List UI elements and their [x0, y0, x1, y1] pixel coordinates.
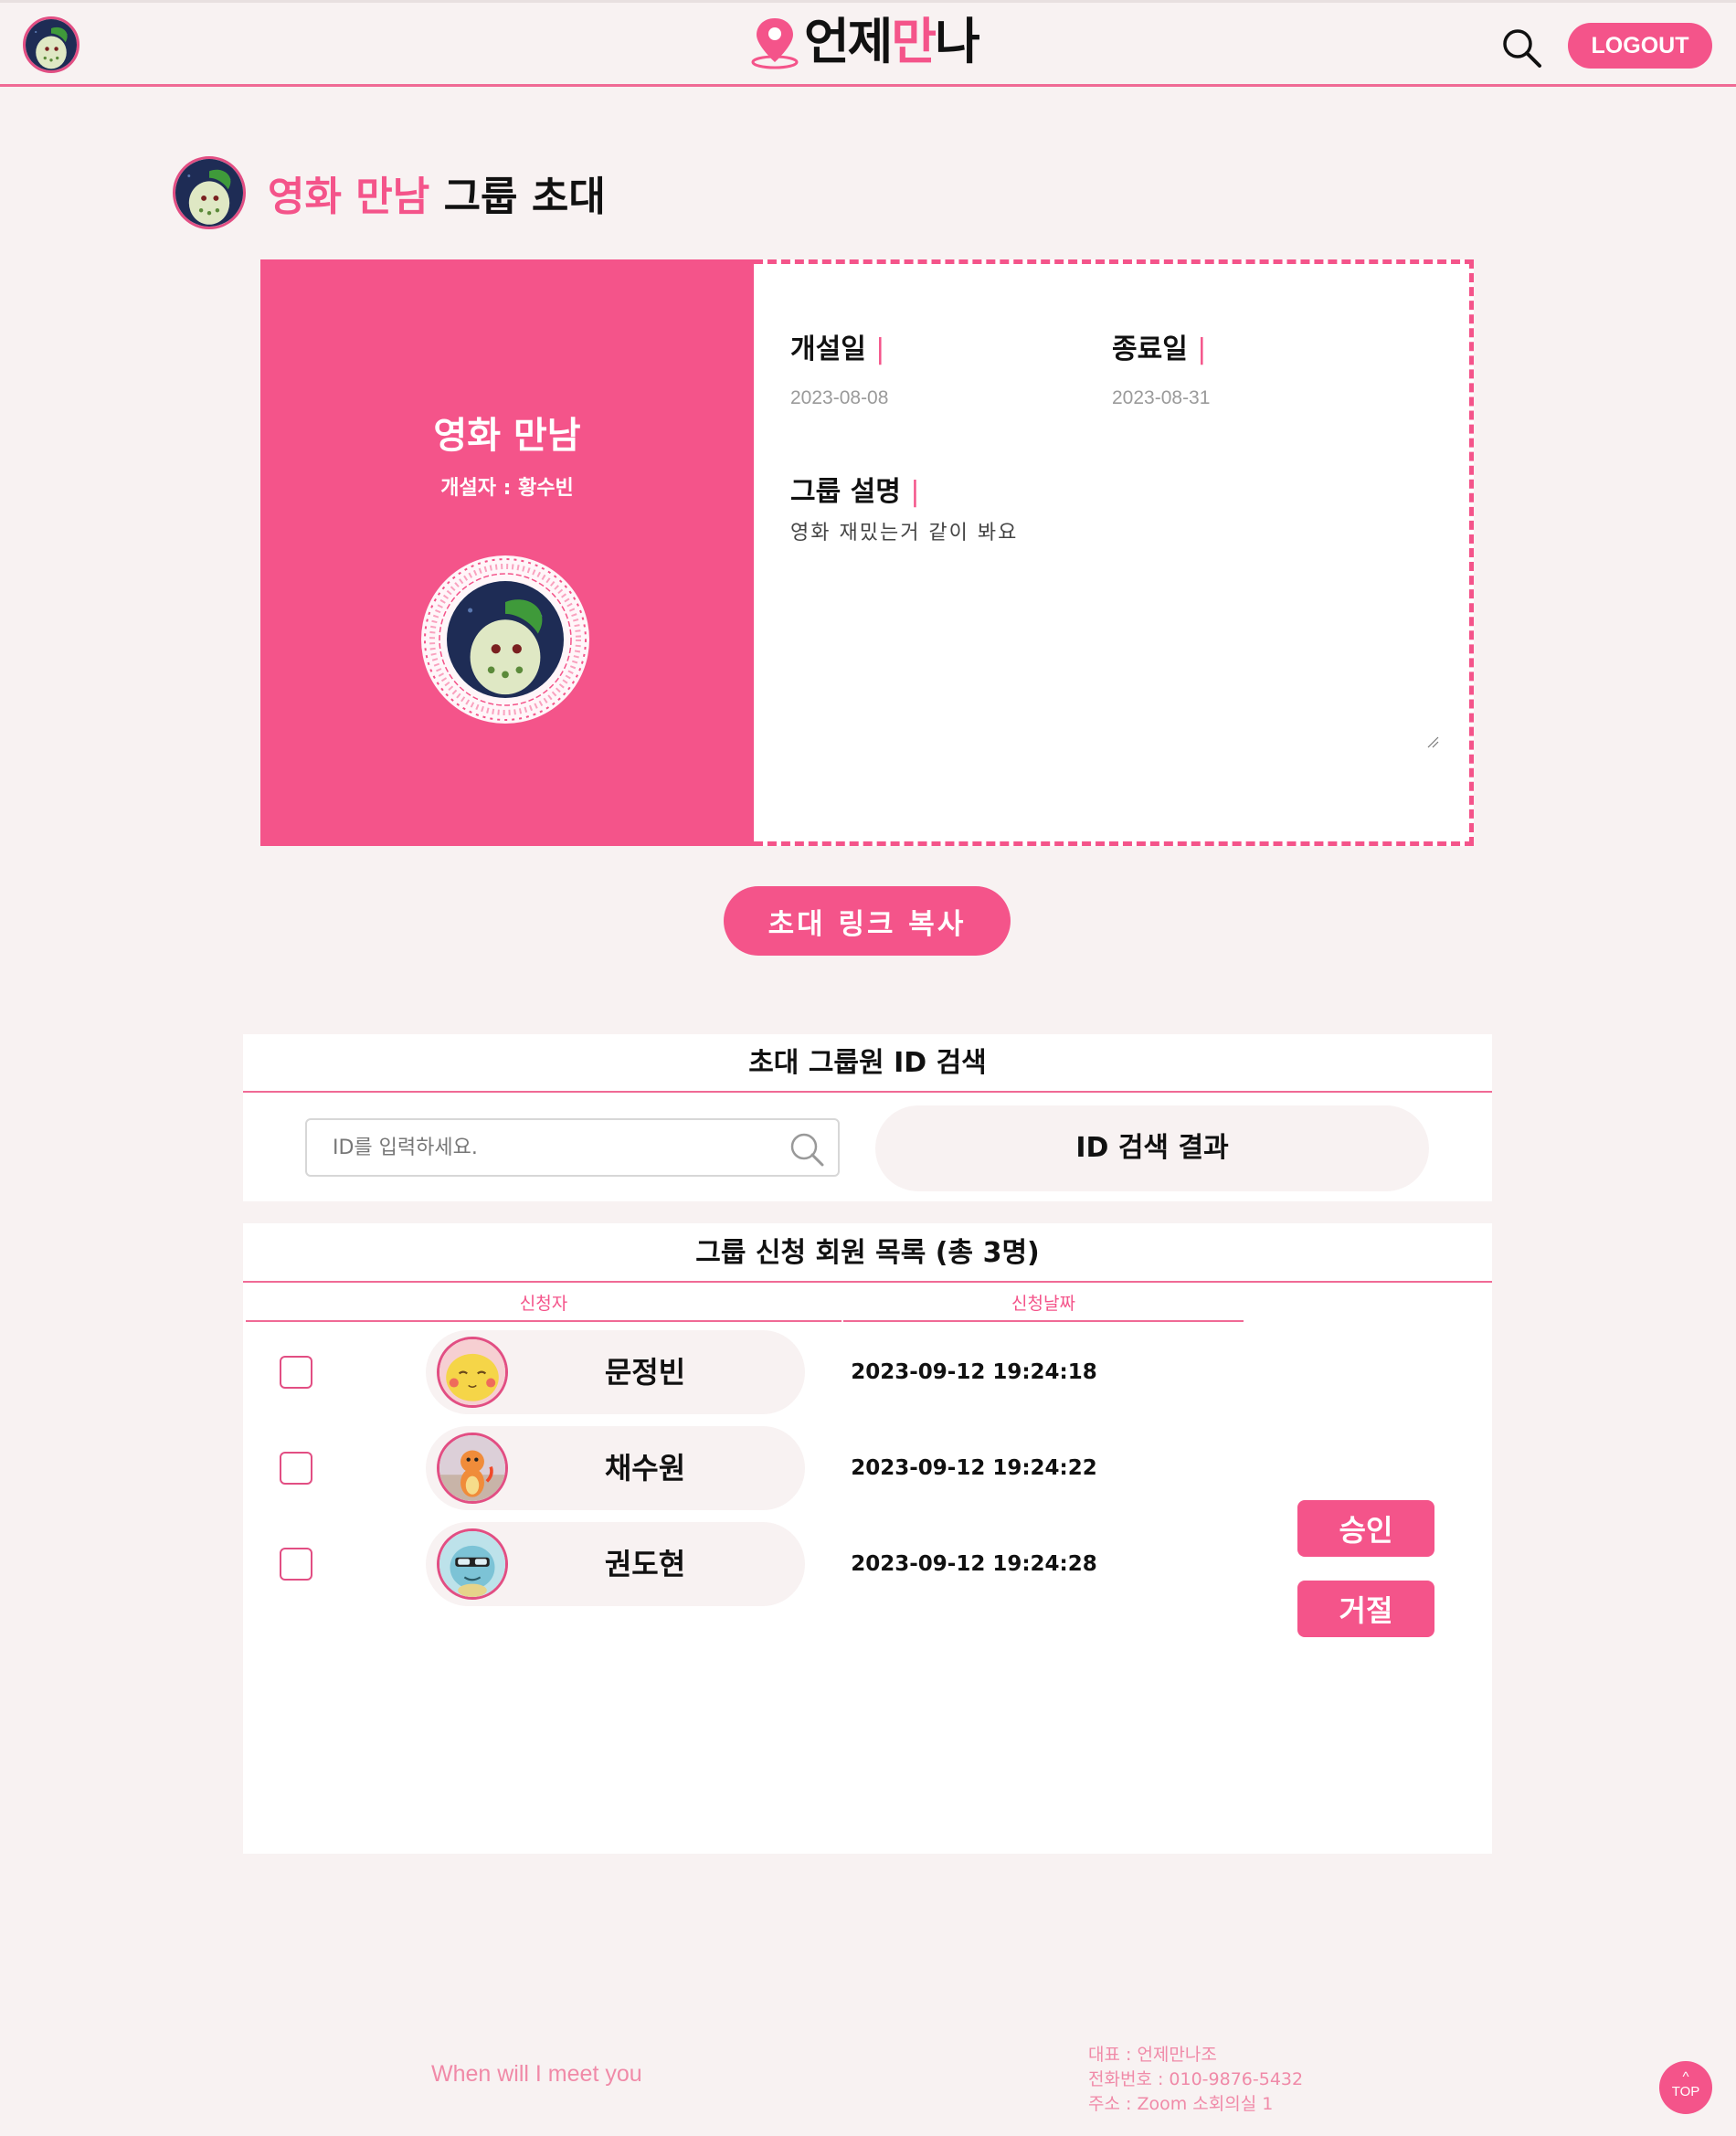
logo-text: 언제만나 [804, 13, 980, 70]
member-name: 권도현 [604, 1547, 686, 1581]
page-title-text: 영화 만남 그룹 초대 [268, 164, 606, 222]
chevron-up-icon: ^ [1682, 2069, 1689, 2085]
copy-invite-link-button[interactable]: 초대 링크 복사 [724, 886, 1011, 956]
group-card-summary: 영화 만남 개설자 : 황수빈 [260, 259, 754, 846]
group-owner: 개설자 : 황수빈 [440, 477, 574, 500]
app-logo[interactable]: 언제만나 [749, 13, 980, 70]
apply-date: 2023-09-12 19:24:28 [851, 1552, 1097, 1576]
select-checkbox[interactable] [280, 1452, 312, 1485]
search-icon[interactable] [1499, 26, 1543, 69]
logo-part-3: 나 [935, 13, 980, 70]
start-date-label: 개설일 | [790, 333, 885, 365]
logo-part-2: 만 [891, 13, 937, 70]
group-image-frame [421, 555, 589, 724]
end-date-label: 종료일 | [1112, 333, 1207, 365]
search-panel-title: 초대 그룹원 ID 검색 [243, 1034, 1492, 1093]
applicant-list-title: 그룹 신청 회원 목록 (총 3명) [243, 1223, 1492, 1283]
select-checkbox[interactable] [280, 1356, 312, 1389]
member-name: 문정빈 [604, 1355, 686, 1390]
end-date-value: 2023-08-31 [1112, 387, 1211, 408]
id-search-result: ID 검색 결과 [875, 1105, 1429, 1191]
group-avatar [173, 156, 246, 229]
group-card-details: 개설일 | 2023-08-08 종료일 | 2023-08-31 그룹 설명 … [754, 259, 1474, 846]
reject-button[interactable]: 거절 [1297, 1581, 1434, 1637]
group-name: 영화 만남 [433, 415, 581, 457]
footer-slogan: When will I meet you [431, 2061, 642, 2087]
column-header-date: 신청날짜 [843, 1287, 1244, 1322]
user-avatar[interactable] [23, 16, 79, 73]
title-suffix: 그룹 초대 [443, 174, 606, 220]
charmander-avatar [437, 1433, 508, 1504]
select-checkbox[interactable] [280, 1548, 312, 1581]
start-date-value: 2023-08-08 [790, 387, 889, 408]
member-chip: 권도현 [426, 1522, 805, 1606]
pikachu-avatar [437, 1337, 508, 1408]
location-pin-icon [751, 18, 799, 69]
footer-address: 주소 : Zoom 소회의실 1 [1088, 2094, 1274, 2114]
page-title: 영화 만남 그룹 초대 [173, 155, 606, 230]
member-chip: 문정빈 [426, 1330, 805, 1414]
footer-phone: 전화번호 : 010-9876-5432 [1088, 2069, 1304, 2089]
applicant-list-panel: 그룹 신청 회원 목록 (총 3명) 신청자 신청날짜 문정빈 2023-09-… [243, 1223, 1492, 1854]
top-label: TOP [1671, 2084, 1700, 2099]
member-name: 채수원 [604, 1451, 686, 1486]
title-group-name: 영화 만남 [268, 174, 430, 220]
resize-handle-icon[interactable] [1426, 735, 1439, 748]
table-row: 권도현 2023-09-12 19:24:28 [243, 1520, 1248, 1608]
apply-date: 2023-09-12 19:24:22 [851, 1456, 1097, 1480]
scroll-top-button[interactable]: ^ TOP [1659, 2061, 1712, 2114]
top-header: 언제만나 LOGOUT [0, 0, 1736, 87]
member-chip: 채수원 [426, 1426, 805, 1510]
table-row: 채수원 2023-09-12 19:24:22 [243, 1424, 1248, 1512]
logo-part-1: 언제 [804, 13, 893, 70]
id-search-field [305, 1118, 840, 1177]
table-row: 문정빈 2023-09-12 19:24:18 [243, 1328, 1248, 1416]
description-label: 그룹 설명 | [790, 476, 920, 508]
approve-button[interactable]: 승인 [1297, 1500, 1434, 1557]
footer-ceo: 대표 : 언제만나조 [1088, 2045, 1217, 2065]
apply-date: 2023-09-12 19:24:18 [851, 1360, 1097, 1384]
squirtle-avatar [437, 1528, 508, 1600]
logout-button[interactable]: LOGOUT [1568, 23, 1712, 69]
description-textarea[interactable]: 영화 재밌는거 같이 봐요 [790, 520, 1439, 748]
id-search-input[interactable] [307, 1120, 838, 1175]
search-icon[interactable] [789, 1131, 825, 1168]
member-search-panel: 초대 그룹원 ID 검색 ID 검색 결과 [243, 1034, 1492, 1201]
column-header-applicant: 신청자 [246, 1287, 842, 1322]
footer-info: 대표 : 언제만나조 전화번호 : 010-9876-5432 주소 : Zoo… [1088, 2043, 1303, 2117]
